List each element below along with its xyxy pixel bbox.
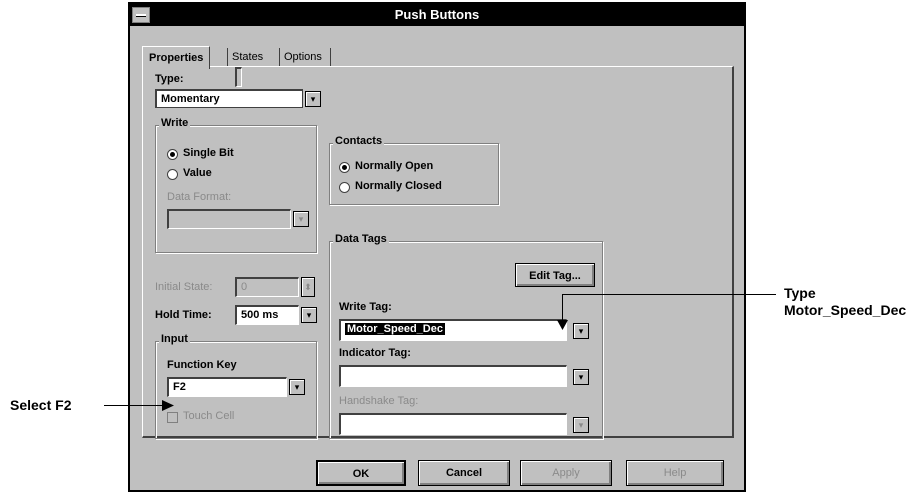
single-bit-label: Single Bit: [183, 147, 234, 159]
write-group-label: Write: [159, 117, 191, 129]
tab-states[interactable]: States: [226, 46, 269, 68]
write-tag-value: Motor_Speed_Dec: [345, 323, 445, 335]
normally-closed-label: Normally Closed: [355, 180, 442, 192]
chevron-down-icon: ▾: [306, 310, 312, 320]
tab-divider: [330, 48, 331, 66]
touch-cell-checkbox[interactable]: [167, 412, 178, 423]
spin-arrows-icon: ⬍: [304, 282, 312, 292]
contacts-group: [329, 143, 499, 205]
hold-time-value: 500 ms: [241, 309, 279, 321]
tab-divider: [279, 48, 280, 66]
apply-button[interactable]: Apply: [520, 460, 612, 486]
input-group-label: Input: [159, 333, 190, 345]
indicator-tag-label: Indicator Tag:: [339, 347, 411, 359]
data-format-label: Data Format:: [167, 191, 232, 203]
chevron-down-icon: ▾: [578, 326, 584, 336]
indicator-tag-browse-button[interactable]: ▾: [573, 369, 589, 385]
type-select[interactable]: Momentary: [155, 89, 303, 108]
type-dropdown-button[interactable]: ▾: [305, 91, 321, 107]
initial-state-field-unused: [235, 67, 242, 87]
type-label: Type:: [155, 73, 184, 85]
normally-open-radio[interactable]: [339, 162, 350, 173]
hold-time-dropdown-button[interactable]: ▾: [301, 307, 317, 323]
normally-closed-radio[interactable]: [339, 182, 350, 193]
arrow-down-icon: [557, 320, 568, 330]
system-menu-icon[interactable]: [132, 7, 150, 23]
handshake-tag-label: Handshake Tag:: [339, 395, 419, 407]
hold-time-field[interactable]: 500 ms: [235, 305, 299, 325]
initial-state-value: 0: [241, 281, 248, 293]
window-title: Push Buttons: [394, 7, 480, 22]
write-tag-field[interactable]: Motor_Speed_Dec: [339, 319, 567, 341]
write-group: [155, 125, 317, 253]
handshake-tag-browse-button[interactable]: ▾: [573, 417, 589, 433]
initial-state-field[interactable]: 0: [235, 277, 299, 297]
annotation-select-leader-line: [104, 405, 164, 406]
initial-state-spinner[interactable]: ⬍: [301, 277, 315, 297]
value-radio[interactable]: [167, 169, 178, 180]
title-bar: Push Buttons: [130, 4, 744, 26]
help-button[interactable]: Help: [626, 460, 724, 486]
data-format-select[interactable]: [167, 209, 291, 229]
write-tag-label: Write Tag:: [339, 301, 392, 313]
annotation-type-line2: Motor_Speed_Dec: [784, 302, 907, 318]
annotation-type-line1: Type: [784, 285, 816, 301]
annotation-select: Select F2: [10, 397, 72, 413]
contacts-group-label: Contacts: [333, 135, 385, 147]
cancel-button[interactable]: Cancel: [418, 460, 510, 486]
chevron-down-icon: ▾: [298, 214, 304, 224]
touch-cell-label: Touch Cell: [183, 410, 235, 422]
push-buttons-dialog: Push Buttons Properties States Options T…: [128, 2, 746, 492]
chevron-down-icon: ▾: [578, 420, 584, 430]
chevron-down-icon: ▾: [310, 94, 316, 104]
initial-state-label: Initial State:: [155, 281, 213, 293]
tab-options[interactable]: Options: [278, 46, 328, 68]
chevron-down-icon: ▾: [294, 382, 300, 392]
function-key-dropdown-button[interactable]: ▾: [289, 379, 305, 395]
ok-button[interactable]: OK: [316, 460, 406, 486]
data-format-dropdown-button[interactable]: ▾: [293, 211, 309, 227]
type-value: Momentary: [161, 93, 220, 105]
function-key-select[interactable]: F2: [167, 377, 287, 397]
function-key-value: F2: [173, 381, 186, 393]
normally-open-label: Normally Open: [355, 160, 434, 172]
handshake-tag-field[interactable]: [339, 413, 567, 435]
arrow-right-icon: [162, 400, 174, 411]
tab-properties[interactable]: Properties: [142, 46, 211, 69]
data-tags-group-label: Data Tags: [333, 233, 389, 245]
write-tag-browse-button[interactable]: ▾: [573, 323, 589, 339]
properties-panel: Type: Momentary ▾ Write Single Bit Value…: [142, 66, 734, 439]
chevron-down-icon: ▾: [578, 372, 584, 382]
function-key-label: Function Key: [167, 359, 237, 371]
single-bit-radio[interactable]: [167, 149, 178, 160]
annotation-type-leader-line: [562, 294, 776, 295]
value-label: Value: [183, 167, 212, 179]
edit-tag-button[interactable]: Edit Tag...: [515, 263, 595, 287]
hold-time-label: Hold Time:: [155, 309, 212, 321]
indicator-tag-field[interactable]: [339, 365, 567, 387]
tab-divider: [227, 48, 228, 66]
